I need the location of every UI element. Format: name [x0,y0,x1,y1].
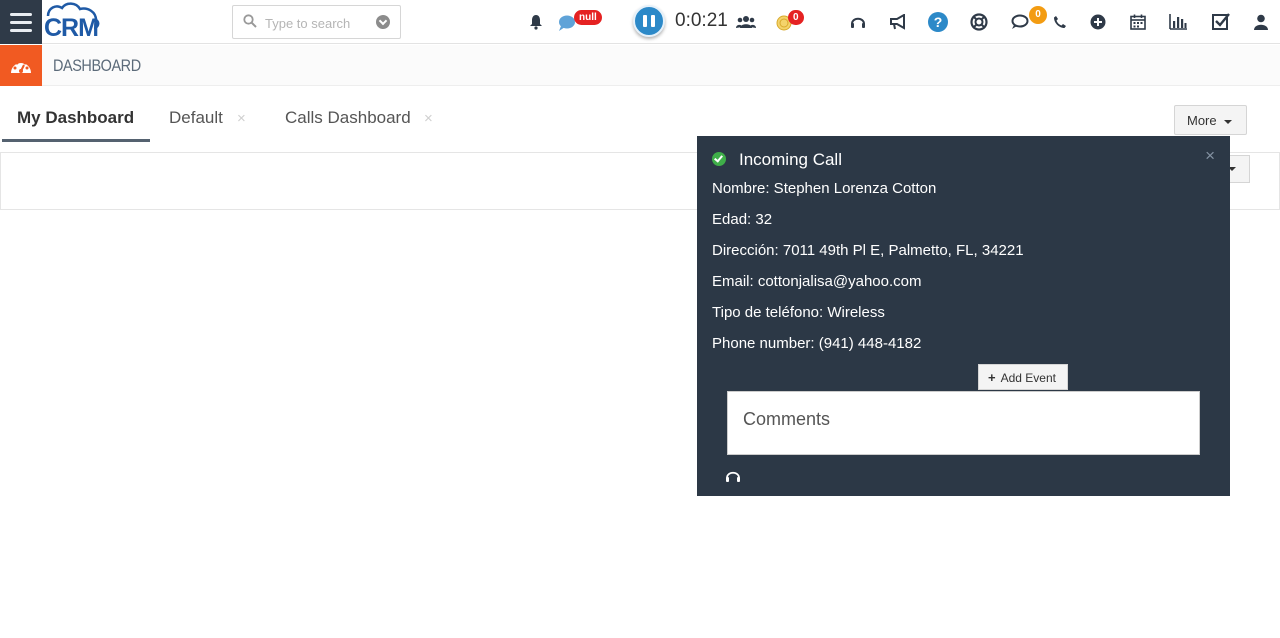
more-dropdown-button[interactable]: More [1174,105,1247,135]
hamburger-line [10,20,32,24]
menu-toggle-button[interactable] [0,0,42,44]
tab-label: Calls Dashboard [285,108,411,127]
caller-phone-number: Phone number: (941) 448-4182 [712,335,922,352]
top-navbar: CRM Type to search null 0:0:21 0 ? 0 [0,0,1280,44]
search-input[interactable]: Type to search [265,16,350,31]
logo-text: CRM [44,14,99,42]
caller-age: Edad: 32 [712,211,773,228]
caret-down-icon [1224,120,1232,124]
bell-icon[interactable] [526,12,546,32]
support-lifebuoy-icon[interactable] [969,12,989,32]
hamburger-line [10,12,32,16]
search-icon [243,14,257,28]
caller-email: Email: cottonjalisa@yahoo.com [712,273,922,290]
close-tab-default-icon[interactable]: × [237,110,246,127]
pause-call-button[interactable] [633,5,665,37]
tab-my-dashboard[interactable]: My Dashboard [2,96,150,142]
crm-logo[interactable]: CRM [42,0,102,44]
tasks-check-icon[interactable] [1211,12,1231,32]
calendar-icon[interactable] [1128,12,1148,32]
add-event-label: Add Event [1000,371,1056,385]
call-timer: 0:0:21 [675,10,728,31]
phone-icon[interactable] [1050,12,1070,32]
add-circle-icon[interactable] [1088,12,1108,32]
reports-chart-icon[interactable] [1168,12,1188,32]
headset-icon[interactable] [848,12,868,32]
pause-bar [643,15,647,27]
close-tab-calls-dashboard-icon[interactable]: × [424,110,433,127]
incoming-call-popup: Incoming Call × Nombre: Stephen Lorenza … [697,136,1230,496]
chat-badge: null [574,10,602,25]
help-icon[interactable]: ? [928,12,948,32]
caller-phone-type: Tipo de teléfono: Wireless [712,304,885,321]
tab-default[interactable]: Default [169,96,223,142]
comments-textarea[interactable]: Comments [727,391,1200,455]
messages-badge: 0 [1029,6,1047,24]
svg-text:?: ? [934,14,943,30]
tab-calls-dashboard[interactable]: Calls Dashboard [285,96,411,142]
tab-label: Default [169,108,223,127]
call-popup-title: Incoming Call [739,150,842,169]
tab-label: My Dashboard [17,108,135,127]
search-box[interactable]: Type to search [232,5,401,39]
users-group-icon[interactable] [736,12,756,32]
caller-address: Dirección: 7011 49th Pl E, Palmetto, FL,… [712,242,1024,259]
messages-icon[interactable] [1010,12,1030,32]
caller-name: Nombre: Stephen Lorenza Cotton [712,180,937,197]
headset-icon[interactable] [725,468,741,489]
plus-icon: + [988,370,996,385]
more-label: More [1187,113,1217,128]
page-header-bar: DASHBOARD [0,45,1280,86]
coins-badge: 0 [788,10,804,25]
dashboard-gauge-icon [0,45,42,86]
page-title: DASHBOARD [53,56,141,75]
pause-bar [651,15,655,27]
hamburger-line [10,28,32,32]
add-event-button[interactable]: + Add Event [978,364,1068,390]
close-popup-button[interactable]: × [1205,146,1215,166]
comments-placeholder: Comments [743,409,831,429]
search-dropdown-icon[interactable] [376,15,390,29]
user-profile-icon[interactable] [1251,12,1271,32]
check-circle-icon [712,152,726,166]
megaphone-icon[interactable] [888,12,908,32]
